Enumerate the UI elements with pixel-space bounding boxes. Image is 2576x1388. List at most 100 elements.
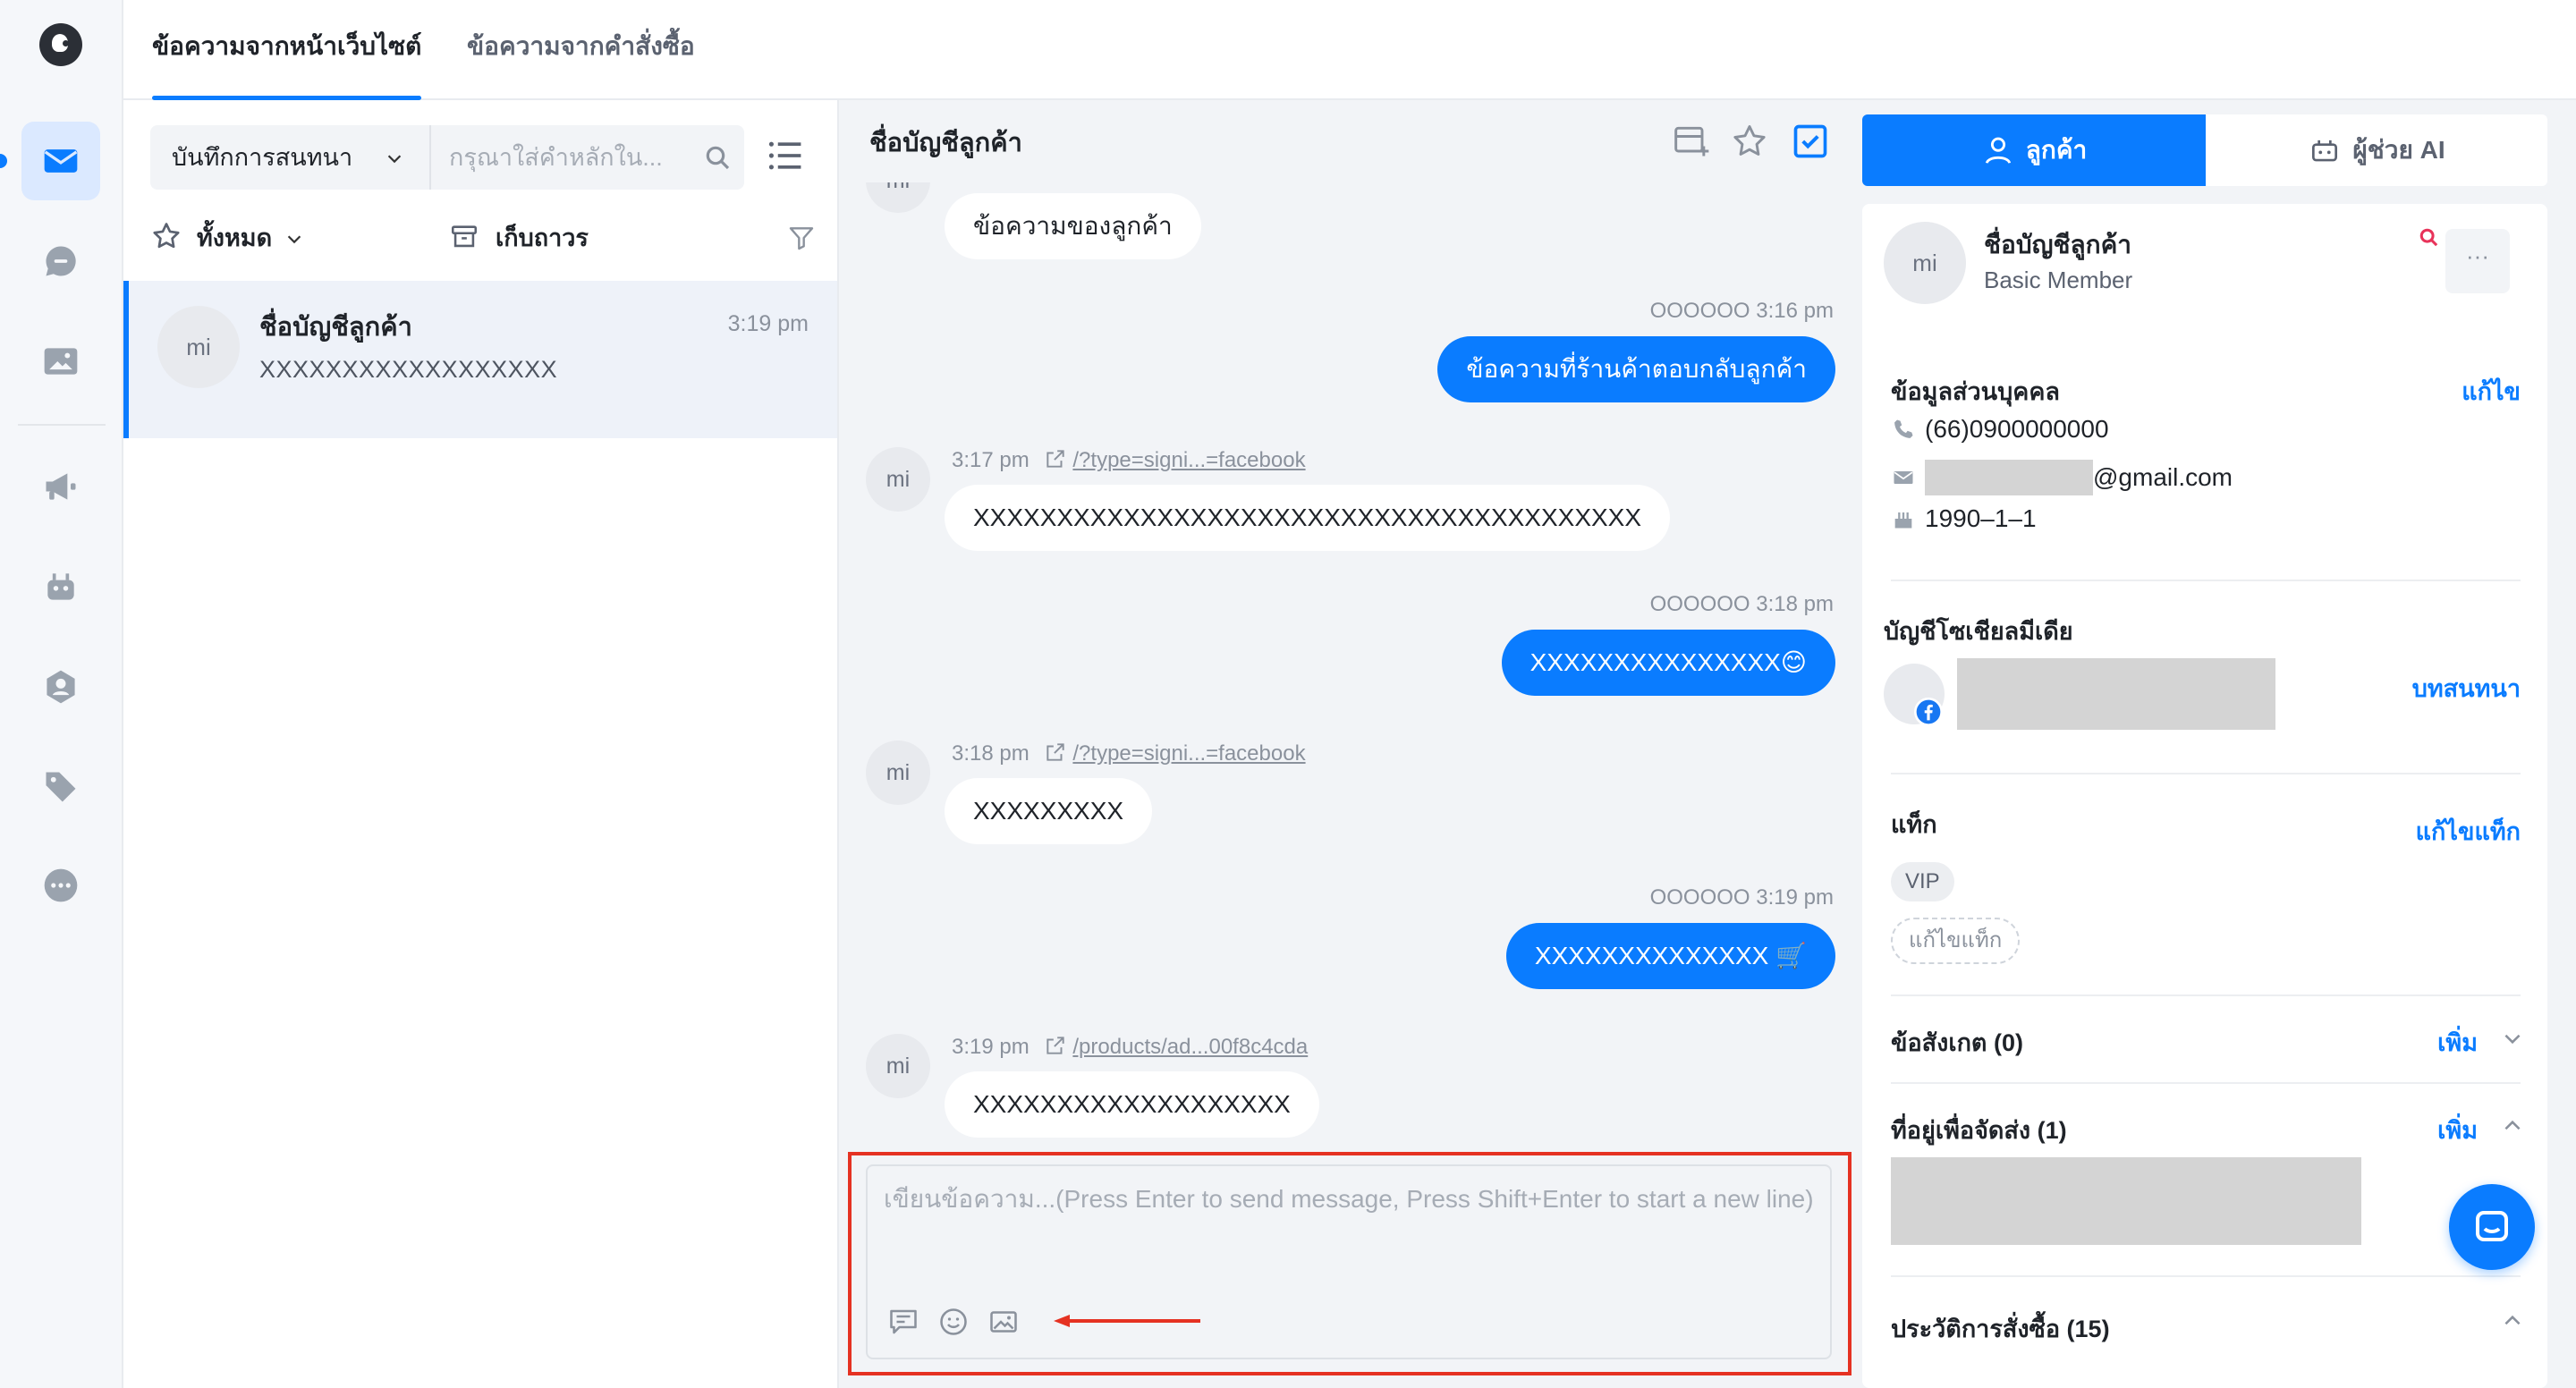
message-time: 3:18 pm <box>952 741 1030 766</box>
more-options-button[interactable]: ··· <box>2445 229 2510 293</box>
avatar: mi <box>866 182 930 213</box>
rail-chat[interactable] <box>21 222 100 300</box>
chevron-up-icon[interactable] <box>2501 1114 2524 1138</box>
tags-title: แท็ก <box>1891 811 1937 838</box>
tab-order-messages[interactable]: ข้อความจากคำสั่งซื้อ <box>467 0 695 100</box>
avatar: mi <box>866 1034 930 1098</box>
all-filter-label[interactable]: ทั้งหมด <box>197 211 272 265</box>
tag-chip: VIP <box>1891 862 1954 901</box>
message-time: 3:19 pm <box>952 1035 1030 1059</box>
conversation-search-input[interactable] <box>449 136 682 179</box>
left-rail <box>0 0 123 1388</box>
outgoing-meta: OOOOOO 3:16 pm <box>1650 299 1834 324</box>
chevron-up-icon[interactable] <box>2501 1309 2524 1333</box>
rail-separator <box>18 424 106 426</box>
order-history-title: ประวัติการสั่งซื้อ (15) <box>1891 1316 2110 1342</box>
chat-header: ชื่อบัญชีลูกค้า <box>839 100 1862 182</box>
birthday: 1990–1–1 <box>1925 504 2037 532</box>
message-time: 3:19 pm <box>1756 885 1834 910</box>
source-link[interactable]: /?type=signi...=facebook <box>1072 741 1305 766</box>
chevron-down-icon[interactable] <box>385 148 404 168</box>
top-tab-bar: ข้อความจากหน้าเว็บไซต์ ข้อความจากคำสั่งซ… <box>123 0 2576 100</box>
facebook-icon <box>1914 698 1943 726</box>
support-chat-button[interactable] <box>2449 1184 2535 1270</box>
tag-icon <box>46 772 76 802</box>
filter-divider <box>429 125 431 190</box>
rail-tags[interactable] <box>21 748 100 826</box>
edit-tags-link[interactable]: แก้ไขแท็ก <box>2416 812 2521 851</box>
external-link-icon <box>1046 1037 1065 1054</box>
star-icon[interactable] <box>150 220 182 252</box>
more-icon <box>44 868 78 902</box>
outgoing-message: XXXXXXXXXXXXXXX😊 <box>1501 630 1835 696</box>
emoji-icon[interactable] <box>937 1306 970 1338</box>
personal-info-title: ข้อมูลส่วนบุคคล <box>1891 378 2060 405</box>
tab-label: ข้อความจากคำสั่งซื้อ <box>467 32 695 60</box>
phone-row: (66)0900000000 <box>1891 415 2109 444</box>
rail-media[interactable] <box>21 322 100 401</box>
source-link[interactable]: /products/ad...00f8c4cda <box>1072 1035 1308 1059</box>
check-square-icon[interactable] <box>1791 122 1830 161</box>
edit-tag-chip[interactable]: แก้ไขแท็ก <box>1891 918 2021 964</box>
robot-icon <box>2312 140 2338 162</box>
divider <box>1891 994 2521 996</box>
sender-name: OOOOOO <box>1649 299 1750 323</box>
conversation-list-pane: บันทึกการสนทนา ทั้งหมด เก็บถาวร mi ชื่อบ… <box>123 100 839 1388</box>
message-composer <box>866 1164 1832 1359</box>
tab-label: ลูกค้า <box>2025 136 2088 164</box>
source-link[interactable]: /?type=signi...=facebook <box>1072 448 1305 472</box>
tab-label: ผู้ช่วย AI <box>2352 136 2445 164</box>
message-list: mi ข้อความของลูกค้า OOOOOO 3:16 pm ข้อคว… <box>839 182 1862 1247</box>
chat-bubble-icon <box>2476 1211 2508 1241</box>
add-note-link[interactable]: เพิ่ม <box>2437 1023 2478 1062</box>
tab-website-messages[interactable]: ข้อความจากหน้าเว็บไซต์ <box>152 0 422 100</box>
divider <box>1891 1082 2521 1084</box>
search-icon[interactable] <box>703 143 732 172</box>
app-logo[interactable] <box>39 23 82 66</box>
rail-broadcast[interactable] <box>21 447 100 526</box>
add-card-icon[interactable] <box>1673 122 1712 161</box>
rail-contacts[interactable] <box>21 647 100 726</box>
divider <box>1891 773 2521 774</box>
outgoing-meta: OOOOOO 3:19 pm <box>1650 885 1834 910</box>
search-icon[interactable] <box>2417 225 2442 250</box>
image-upload-icon[interactable] <box>987 1306 1020 1338</box>
redacted-address <box>1891 1157 2361 1245</box>
conversation-name: ชื่อบัญชีลูกค้า <box>259 313 412 342</box>
sender-name: OOOOOO <box>1649 592 1750 616</box>
list-view-icon[interactable] <box>766 136 805 175</box>
archive-icon[interactable] <box>449 222 479 252</box>
outgoing-message: XXXXXXXXXXXXXX 🛒 <box>1505 923 1835 989</box>
incoming-message: XXXXXXXXXXXXXXXXXXXXXXXXXXXXXXXXXXXXXXXX <box>945 485 1671 551</box>
incoming-meta: 3:19 pm /products/ad...00f8c4cda <box>952 1034 1308 1060</box>
rail-more[interactable] <box>21 846 100 925</box>
archive-label[interactable]: เก็บถาวร <box>496 211 589 265</box>
customer-name: ชื่อบัญชีลูกค้า <box>1984 231 2132 258</box>
quick-reply-icon[interactable] <box>887 1306 919 1338</box>
incoming-message: XXXXXXXXXXXXXXXXXXX <box>945 1071 1319 1138</box>
robot-icon <box>47 573 74 600</box>
external-link-icon <box>1046 450 1065 468</box>
rail-inbox[interactable] <box>21 122 100 200</box>
avatar: mi <box>1884 222 1966 304</box>
chevron-down-icon[interactable] <box>2501 1027 2524 1050</box>
avatar: mi <box>866 447 930 512</box>
message-input[interactable] <box>884 1181 1814 1279</box>
tab-customer[interactable]: ลูกค้า <box>1862 114 2206 186</box>
chevron-down-icon[interactable] <box>284 229 304 249</box>
redacted-email <box>1925 460 2093 495</box>
rail-bot[interactable] <box>21 547 100 626</box>
star-icon[interactable] <box>1730 122 1769 161</box>
chat-icon <box>46 246 76 276</box>
tab-ai-assistant[interactable]: ผู้ช่วย AI <box>2206 114 2547 186</box>
filter-icon[interactable] <box>787 224 816 252</box>
conversation-list-item[interactable]: mi ชื่อบัญชีลูกค้า 3:19 pm XXXXXXXXXXXXX… <box>123 281 837 438</box>
cake-icon <box>1894 512 1912 529</box>
tab-label: ข้อความจากหน้าเว็บไซต์ <box>152 32 422 60</box>
edit-personal-info-link[interactable]: แก้ไข <box>2462 372 2521 410</box>
add-address-link[interactable]: เพิ่ม <box>2437 1111 2478 1149</box>
rail-active-indicator <box>0 154 7 168</box>
conversation-type-select[interactable]: บันทึกการสนทนา <box>172 125 352 190</box>
notes-title: ข้อสังเกต (0) <box>1891 1029 2023 1056</box>
conversation-link[interactable]: บทสนทนา <box>2412 669 2521 707</box>
